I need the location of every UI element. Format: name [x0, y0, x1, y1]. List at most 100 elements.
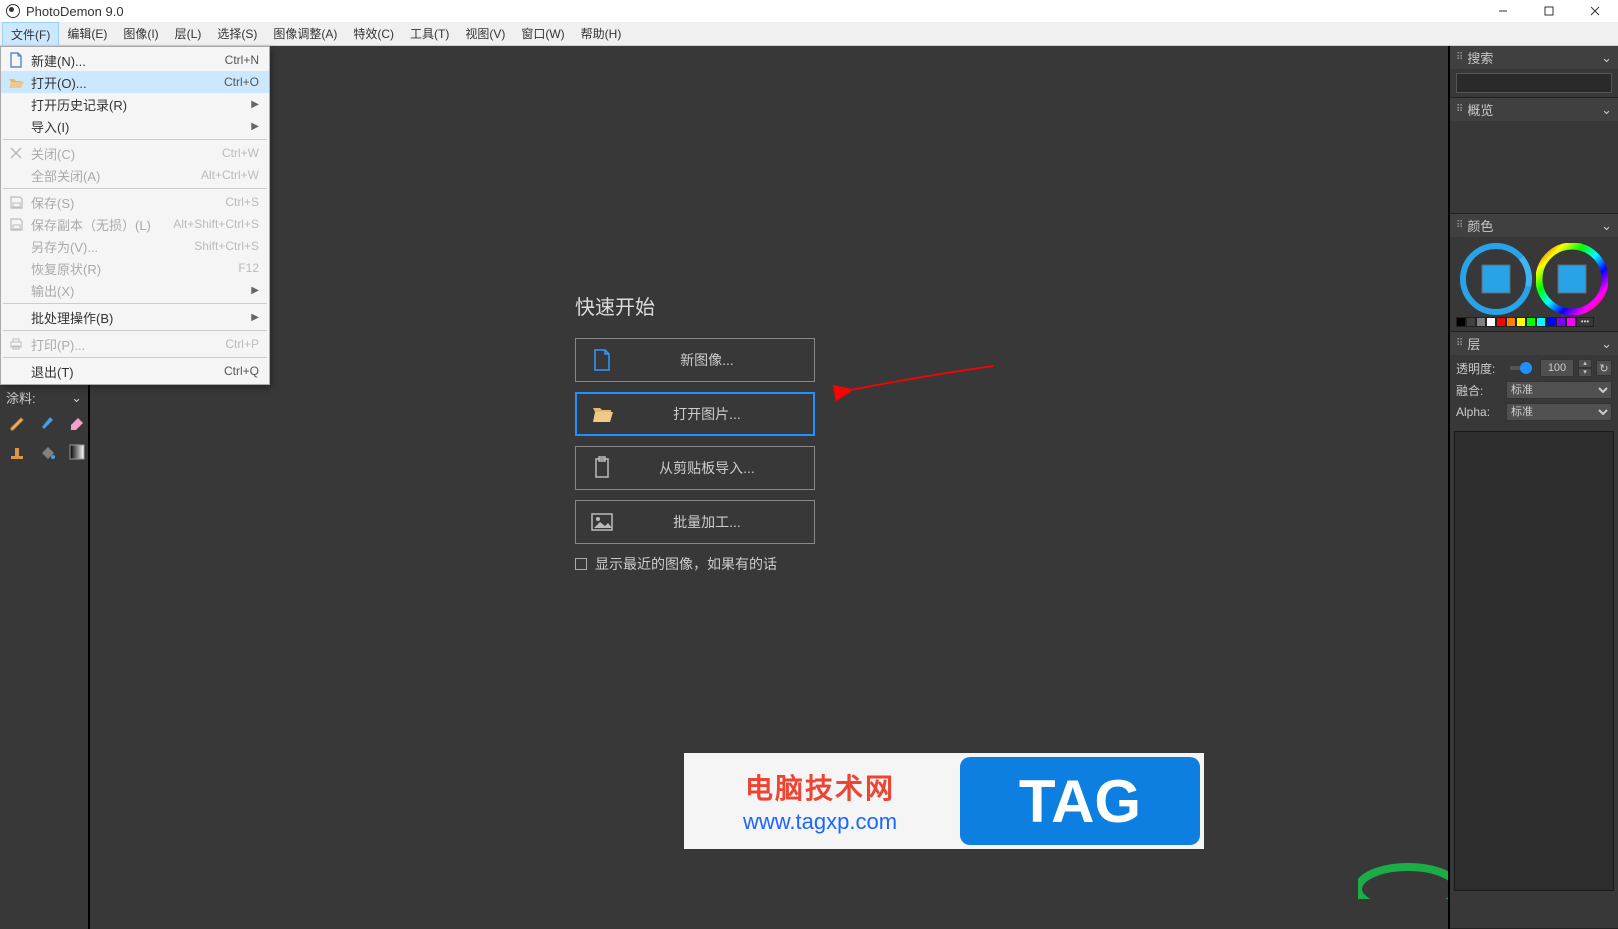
menu-item-label: 恢复原状(R) — [27, 259, 238, 278]
color-swatch[interactable] — [1496, 317, 1506, 327]
eraser-tool-icon[interactable] — [68, 413, 86, 431]
menu-item[interactable]: 导入(I)▶ — [1, 115, 269, 137]
menu-item-label: 新建(N)... — [27, 51, 225, 70]
watermark-corner-icon — [1358, 849, 1448, 899]
drag-handle-icon[interactable]: ⠿ — [1456, 105, 1463, 115]
menu-item-shortcut: Ctrl+W — [222, 146, 259, 160]
canvas-area: 快速开始 新图像... 打开图片... 从剪贴板导入... 批量加工... 显示… — [90, 46, 1448, 929]
menu-image[interactable]: 图像(I) — [115, 22, 166, 45]
chevron-down-icon[interactable]: ⌄ — [71, 390, 82, 406]
blend-select[interactable]: 标准 — [1506, 381, 1612, 399]
file-icon — [576, 348, 628, 372]
right-panel: ⠿ 搜索 ⌄ ⠿概览⌄ ⠿ 颜色 ⌄ ••• — [1448, 46, 1618, 929]
save-icon — [5, 195, 27, 209]
quick-new-button[interactable]: 新图像... — [575, 338, 815, 382]
color-wheel-value[interactable] — [1460, 243, 1532, 315]
color-swatch[interactable] — [1526, 317, 1536, 327]
color-swatch[interactable] — [1556, 317, 1566, 327]
search-input[interactable] — [1456, 73, 1612, 93]
layer-list[interactable] — [1454, 431, 1614, 891]
color-swatch[interactable] — [1516, 317, 1526, 327]
menu-select[interactable]: 选择(S) — [209, 22, 265, 45]
opacity-slider[interactable] — [1510, 366, 1532, 370]
menu-view[interactable]: 视图(V) — [457, 22, 513, 45]
menu-window[interactable]: 窗口(W) — [513, 22, 572, 45]
maximize-button[interactable] — [1526, 0, 1572, 22]
color-swatch[interactable] — [1506, 317, 1516, 327]
preview-section: ⠿概览⌄ — [1450, 98, 1618, 214]
menu-help[interactable]: 帮助(H) — [573, 22, 630, 45]
menu-item-shortcut: Ctrl+S — [225, 195, 259, 209]
quick-batch-button[interactable]: 批量加工... — [575, 500, 815, 544]
color-swatch[interactable] — [1456, 317, 1466, 327]
chevron-down-icon[interactable]: ⌄ — [1601, 336, 1612, 352]
drag-handle-icon[interactable]: ⠿ — [1456, 339, 1463, 349]
menu-effects[interactable]: 特效(C) — [345, 22, 402, 45]
gradient-tool-icon[interactable] — [68, 443, 86, 461]
menu-item: 保存(S)Ctrl+S — [1, 191, 269, 213]
opacity-stepper[interactable]: ▴▾ — [1578, 359, 1592, 377]
submenu-arrow-icon: ▶ — [251, 285, 259, 296]
menu-item[interactable]: 打开(O)...Ctrl+O — [1, 71, 269, 93]
close-button[interactable] — [1572, 0, 1618, 22]
quick-open-label: 打开图片... — [629, 404, 813, 424]
menu-item-shortcut: Ctrl+P — [225, 337, 259, 351]
drag-handle-icon[interactable]: ⠿ — [1456, 53, 1463, 63]
opacity-input[interactable] — [1540, 359, 1574, 377]
menu-item: 恢复原状(R)F12 — [1, 257, 269, 279]
show-recent-checkbox[interactable]: 显示最近的图像，如果有的话 — [575, 554, 885, 574]
menu-item[interactable]: 新建(N)...Ctrl+N — [1, 49, 269, 71]
menu-edit[interactable]: 编辑(E) — [59, 22, 115, 45]
color-swatches[interactable]: ••• — [1450, 317, 1618, 331]
quick-start-panel: 快速开始 新图像... 打开图片... 从剪贴板导入... 批量加工... 显示… — [575, 291, 885, 574]
color-swatch[interactable] — [1486, 317, 1496, 327]
alpha-label: Alpha: — [1456, 405, 1502, 419]
color-swatch[interactable] — [1536, 317, 1546, 327]
menu-item[interactable]: 打开历史记录(R)▶ — [1, 93, 269, 115]
more-swatches-button[interactable]: ••• — [1576, 317, 1594, 327]
folder-open-icon — [577, 404, 629, 424]
menu-item-shortcut: Shift+Ctrl+S — [194, 239, 259, 253]
quick-open-button[interactable]: 打开图片... — [575, 392, 815, 436]
blend-label: 融合: — [1456, 382, 1502, 399]
color-swatch[interactable] — [1476, 317, 1486, 327]
color-wheel-hue[interactable] — [1536, 243, 1608, 315]
menu-item-shortcut: Ctrl+Q — [224, 364, 259, 378]
menu-item[interactable]: 批处理操作(B)▶ — [1, 306, 269, 328]
chevron-down-icon[interactable]: ⌄ — [1601, 50, 1612, 66]
stamp-tool-icon[interactable] — [8, 443, 26, 461]
menu-item-shortcut: Ctrl+N — [225, 53, 259, 67]
chevron-down-icon[interactable]: ⌄ — [1601, 218, 1612, 234]
menu-item-label: 全部关闭(A) — [27, 166, 201, 185]
menu-adjust[interactable]: 图像调整(A) — [265, 22, 345, 45]
new-icon — [5, 52, 27, 68]
reset-opacity-button[interactable]: ↻ — [1596, 360, 1612, 376]
menu-layer[interactable]: 层(L) — [167, 22, 210, 45]
menu-file[interactable]: 文件(F) — [2, 22, 59, 45]
chevron-down-icon[interactable]: ⌄ — [1601, 102, 1612, 118]
color-header: 颜色 — [1467, 216, 1493, 235]
menu-item: 全部关闭(A)Alt+Ctrl+W — [1, 164, 269, 186]
bucket-tool-icon[interactable] — [38, 443, 56, 461]
brush-tool-icon[interactable] — [38, 413, 56, 431]
search-header: 搜索 — [1467, 48, 1493, 67]
quick-clipboard-button[interactable]: 从剪贴板导入... — [575, 446, 815, 490]
submenu-arrow-icon: ▶ — [251, 99, 259, 110]
drag-handle-icon[interactable]: ⠿ — [1456, 221, 1463, 231]
menu-item-shortcut: F12 — [238, 261, 259, 275]
color-swatch[interactable] — [1566, 317, 1576, 327]
submenu-arrow-icon: ▶ — [251, 121, 259, 132]
color-swatch[interactable] — [1546, 317, 1556, 327]
file-menu-dropdown: 新建(N)...Ctrl+N打开(O)...Ctrl+O打开历史记录(R)▶导入… — [0, 46, 270, 385]
watermark-line2: www.tagxp.com — [743, 809, 897, 835]
layers-section: ⠿层⌄ 透明度: ▴▾ ↻ 融合: 标准 Alpha: 标准 — [1450, 332, 1618, 929]
clipboard-icon — [576, 456, 628, 480]
menu-tools[interactable]: 工具(T) — [402, 22, 457, 45]
menu-item-label: 批处理操作(B) — [27, 308, 251, 327]
color-swatch[interactable] — [1466, 317, 1476, 327]
coating-label: 涂料:⌄ — [0, 388, 88, 407]
pencil-tool-icon[interactable] — [8, 413, 26, 431]
menu-item[interactable]: 退出(T)Ctrl+Q — [1, 360, 269, 382]
alpha-select[interactable]: 标准 — [1506, 403, 1612, 421]
minimize-button[interactable] — [1480, 0, 1526, 22]
